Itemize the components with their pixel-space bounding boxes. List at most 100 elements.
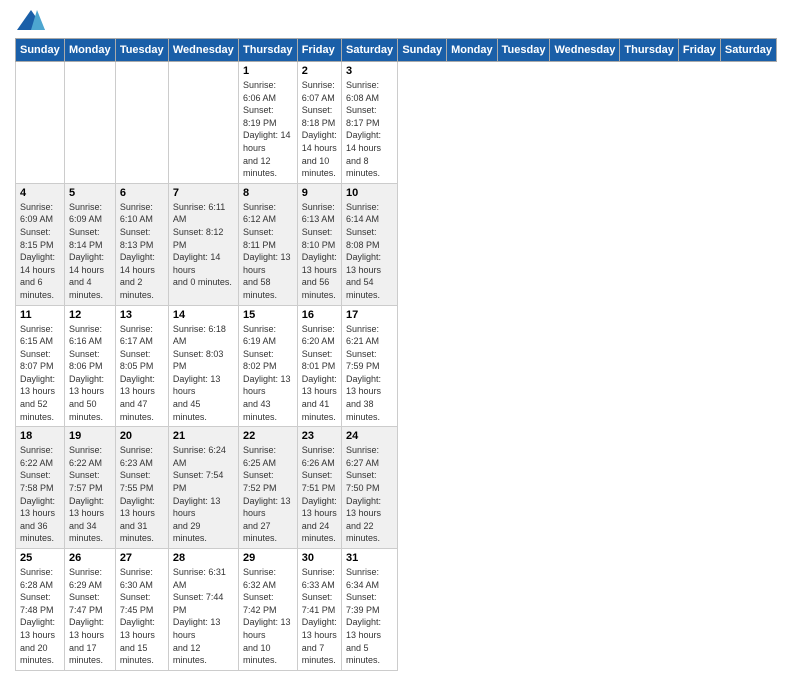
day-number: 12	[69, 309, 111, 321]
day-number: 20	[120, 430, 164, 442]
calendar-day-cell	[168, 62, 238, 184]
calendar-day-cell: 7Sunrise: 6:11 AM Sunset: 8:12 PM Daylig…	[168, 183, 238, 305]
day-of-week-header: Wednesday	[168, 39, 238, 62]
day-number: 30	[302, 552, 337, 564]
calendar-week-row: 4 Sunrise: 6:09 AM Sunset: 8:15 PM Daylig…	[16, 183, 777, 305]
day-info: Sunrise: 6:24 AM Sunset: 7:54 PM Dayligh…	[173, 444, 234, 545]
calendar-day-cell: 28 Sunrise: 6:31 AM Sunset: 7:44 PM Dayli…	[168, 549, 238, 671]
day-number: 25	[20, 552, 60, 564]
calendar-day-cell: 9 Sunrise: 6:13 AM Sunset: 8:10 PM Daylig…	[297, 183, 341, 305]
calendar-day-cell: 14 Sunrise: 6:18 AM Sunset: 8:03 PM Dayli…	[168, 305, 238, 427]
day-number: 8	[243, 187, 293, 199]
day-number: 11	[20, 309, 60, 321]
page-container: SundayMondayTuesdayWednesdayThursdayFrid…	[0, 0, 792, 681]
calendar-day-cell: 10 Sunrise: 6:14 AM Sunset: 8:08 PM Dayli…	[342, 183, 398, 305]
calendar-day-cell: 30 Sunrise: 6:33 AM Sunset: 7:41 PM Dayli…	[297, 549, 341, 671]
day-info: Sunrise: 6:17 AM Sunset: 8:05 PM Dayligh…	[120, 323, 164, 424]
day-number: 3	[346, 65, 393, 77]
calendar-day-cell: 27 Sunrise: 6:30 AM Sunset: 7:45 PM Dayli…	[115, 549, 168, 671]
day-info: Sunrise: 6:15 AM Sunset: 8:07 PM Dayligh…	[20, 323, 60, 424]
day-of-week-header: Thursday	[238, 39, 297, 62]
day-info: Sunrise: 6:32 AM Sunset: 7:42 PM Dayligh…	[243, 566, 293, 667]
day-info: Sunrise: 6:22 AM Sunset: 7:57 PM Dayligh…	[69, 444, 111, 545]
day-number: 2	[302, 65, 337, 77]
day-info: Sunrise: 6:31 AM Sunset: 7:44 PM Dayligh…	[173, 566, 234, 667]
day-number: 31	[346, 552, 393, 564]
day-info: Sunrise: 6:34 AM Sunset: 7:39 PM Dayligh…	[346, 566, 393, 667]
day-info: Sunrise: 6:26 AM Sunset: 7:51 PM Dayligh…	[302, 444, 337, 545]
calendar-day-cell: 2 Sunrise: 6:07 AM Sunset: 8:18 PM Daylig…	[297, 62, 341, 184]
day-of-week-header: Wednesday	[550, 39, 620, 62]
day-of-week-header: Saturday	[342, 39, 398, 62]
calendar-day-cell: 13 Sunrise: 6:17 AM Sunset: 8:05 PM Dayli…	[115, 305, 168, 427]
calendar-day-cell: 1Sunrise: 6:06 AM Sunset: 8:19 PM Daylig…	[238, 62, 297, 184]
calendar-day-cell: 21 Sunrise: 6:24 AM Sunset: 7:54 PM Dayli…	[168, 427, 238, 549]
day-info: Sunrise: 6:23 AM Sunset: 7:55 PM Dayligh…	[120, 444, 164, 545]
day-number: 4	[20, 187, 60, 199]
day-number: 5	[69, 187, 111, 199]
calendar-day-cell	[16, 62, 65, 184]
day-number: 15	[243, 309, 293, 321]
day-number: 14	[173, 309, 234, 321]
calendar-day-cell: 8Sunrise: 6:12 AM Sunset: 8:11 PM Daylig…	[238, 183, 297, 305]
day-info: Sunrise: 6:08 AM Sunset: 8:17 PM Dayligh…	[346, 79, 393, 180]
day-number: 22	[243, 430, 293, 442]
day-info: Sunrise: 6:10 AM Sunset: 8:13 PM Dayligh…	[120, 201, 164, 302]
day-of-week-header: Monday	[65, 39, 116, 62]
calendar-day-cell: 6Sunrise: 6:10 AM Sunset: 8:13 PM Daylig…	[115, 183, 168, 305]
calendar-day-cell: 18 Sunrise: 6:22 AM Sunset: 7:58 PM Dayli…	[16, 427, 65, 549]
day-number: 18	[20, 430, 60, 442]
calendar-day-cell: 15 Sunrise: 6:19 AM Sunset: 8:02 PM Dayli…	[238, 305, 297, 427]
calendar-day-cell: 3 Sunrise: 6:08 AM Sunset: 8:17 PM Daylig…	[342, 62, 398, 184]
day-info: Sunrise: 6:30 AM Sunset: 7:45 PM Dayligh…	[120, 566, 164, 667]
day-info: Sunrise: 6:09 AM Sunset: 8:15 PM Dayligh…	[20, 201, 60, 302]
day-info: Sunrise: 6:25 AM Sunset: 7:52 PM Dayligh…	[243, 444, 293, 545]
calendar-day-cell: 31 Sunrise: 6:34 AM Sunset: 7:39 PM Dayli…	[342, 549, 398, 671]
calendar-day-cell: 12Sunrise: 6:16 AM Sunset: 8:06 PM Dayli…	[65, 305, 116, 427]
day-of-week-header: Friday	[297, 39, 341, 62]
day-number: 19	[69, 430, 111, 442]
day-info: Sunrise: 6:18 AM Sunset: 8:03 PM Dayligh…	[173, 323, 234, 424]
day-info: Sunrise: 6:09 AM Sunset: 8:14 PM Dayligh…	[69, 201, 111, 302]
day-of-week-header: Friday	[678, 39, 720, 62]
calendar-day-cell: 19 Sunrise: 6:22 AM Sunset: 7:57 PM Dayli…	[65, 427, 116, 549]
calendar-day-cell: 5 Sunrise: 6:09 AM Sunset: 8:14 PM Daylig…	[65, 183, 116, 305]
calendar-day-cell: 16Sunrise: 6:20 AM Sunset: 8:01 PM Dayli…	[297, 305, 341, 427]
day-info: Sunrise: 6:22 AM Sunset: 7:58 PM Dayligh…	[20, 444, 60, 545]
logo	[15, 10, 45, 30]
calendar-week-row: 11 Sunrise: 6:15 AM Sunset: 8:07 PM Dayli…	[16, 305, 777, 427]
day-of-week-header: Thursday	[620, 39, 679, 62]
day-number: 29	[243, 552, 293, 564]
day-number: 10	[346, 187, 393, 199]
day-info: Sunrise: 6:14 AM Sunset: 8:08 PM Dayligh…	[346, 201, 393, 302]
calendar-day-cell: 20 Sunrise: 6:23 AM Sunset: 7:55 PM Dayli…	[115, 427, 168, 549]
day-of-week-header: Saturday	[720, 39, 776, 62]
calendar-day-cell: 11 Sunrise: 6:15 AM Sunset: 8:07 PM Dayli…	[16, 305, 65, 427]
day-info: Sunrise: 6:19 AM Sunset: 8:02 PM Dayligh…	[243, 323, 293, 424]
day-of-week-header: Sunday	[16, 39, 65, 62]
calendar-day-cell	[65, 62, 116, 184]
day-info: Sunrise: 6:27 AM Sunset: 7:50 PM Dayligh…	[346, 444, 393, 545]
calendar-day-cell: 22 Sunrise: 6:25 AM Sunset: 7:52 PM Dayli…	[238, 427, 297, 549]
day-number: 24	[346, 430, 393, 442]
day-info: Sunrise: 6:13 AM Sunset: 8:10 PM Dayligh…	[302, 201, 337, 302]
day-number: 27	[120, 552, 164, 564]
day-number: 21	[173, 430, 234, 442]
calendar-header-row: SundayMondayTuesdayWednesdayThursdayFrid…	[16, 39, 777, 62]
calendar-day-cell: 26Sunrise: 6:29 AM Sunset: 7:47 PM Dayli…	[65, 549, 116, 671]
day-number: 28	[173, 552, 234, 564]
day-number: 13	[120, 309, 164, 321]
calendar-day-cell: 17Sunrise: 6:21 AM Sunset: 7:59 PM Dayli…	[342, 305, 398, 427]
day-number: 9	[302, 187, 337, 199]
calendar-day-cell: 25 Sunrise: 6:28 AM Sunset: 7:48 PM Dayli…	[16, 549, 65, 671]
day-info: Sunrise: 6:07 AM Sunset: 8:18 PM Dayligh…	[302, 79, 337, 180]
day-number: 26	[69, 552, 111, 564]
calendar-table: SundayMondayTuesdayWednesdayThursdayFrid…	[15, 38, 777, 671]
calendar-day-cell: 29 Sunrise: 6:32 AM Sunset: 7:42 PM Dayli…	[238, 549, 297, 671]
day-info: Sunrise: 6:33 AM Sunset: 7:41 PM Dayligh…	[302, 566, 337, 667]
calendar-week-row: 18 Sunrise: 6:22 AM Sunset: 7:58 PM Dayli…	[16, 427, 777, 549]
day-info: Sunrise: 6:20 AM Sunset: 8:01 PM Dayligh…	[302, 323, 337, 424]
day-info: Sunrise: 6:28 AM Sunset: 7:48 PM Dayligh…	[20, 566, 60, 667]
day-number: 1	[243, 65, 293, 77]
day-info: Sunrise: 6:11 AM Sunset: 8:12 PM Dayligh…	[173, 201, 234, 289]
